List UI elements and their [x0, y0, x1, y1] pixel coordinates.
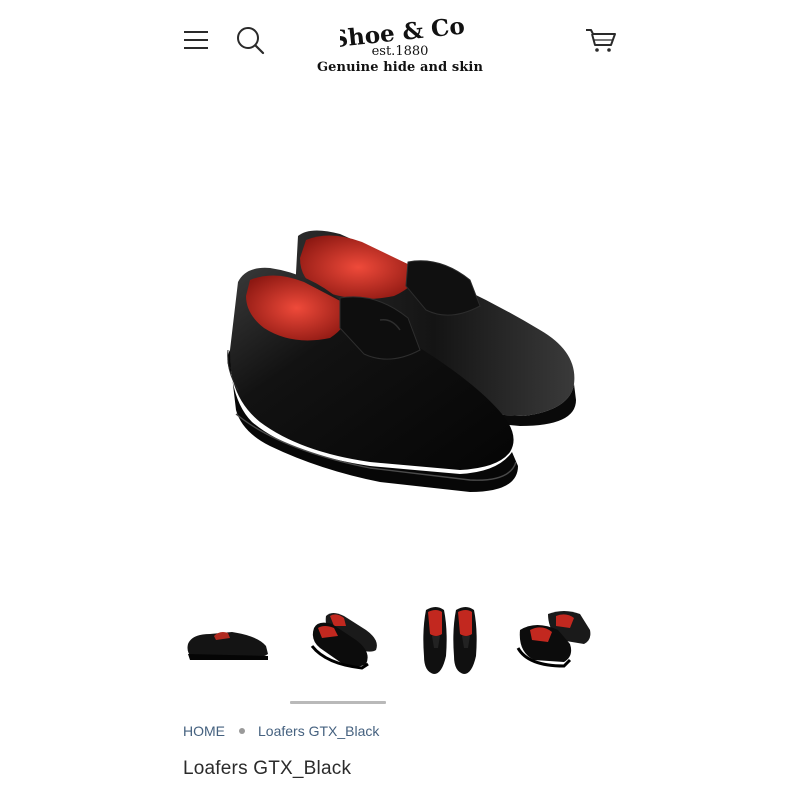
site-header: Shoe & Co. est.1880 Genuine hide and ski… [0, 0, 800, 90]
thumbnail-image [423, 607, 477, 674]
search-button[interactable] [234, 24, 266, 56]
logo-established: est.1880 [371, 44, 429, 59]
thumbnail-top-down-pair[interactable] [408, 600, 508, 680]
hamburger-menu-icon [184, 31, 208, 49]
logo-tagline: Genuine hide and skin [316, 60, 484, 75]
breadcrumb: HOME Loafers GTX_Black [183, 722, 379, 740]
search-icon [237, 27, 265, 55]
thumbnail-image [187, 632, 268, 660]
thumbnail-image [310, 613, 377, 670]
cart-button[interactable] [584, 24, 618, 56]
breadcrumb-separator [239, 728, 245, 734]
product-title: Loafers GTX_Black [183, 758, 352, 779]
thumbnail-image [516, 611, 591, 668]
shopping-cart-icon [586, 29, 616, 52]
thumbnail-rear-angled-pair[interactable] [508, 600, 608, 680]
thumbnail-side-view[interactable] [180, 600, 280, 680]
breadcrumb-current-link[interactable]: Loafers GTX_Black [258, 723, 379, 739]
thumbnail-angled-pair[interactable] [296, 600, 396, 680]
menu-button[interactable] [182, 26, 210, 54]
product-main-image[interactable] [180, 200, 620, 520]
site-logo[interactable]: Shoe & Co. est.1880 Genuine hide and ski… [300, 4, 500, 84]
active-thumbnail-indicator [290, 701, 386, 704]
breadcrumb-home-link[interactable]: HOME [183, 723, 225, 739]
thumbnail-strip [180, 600, 620, 690]
